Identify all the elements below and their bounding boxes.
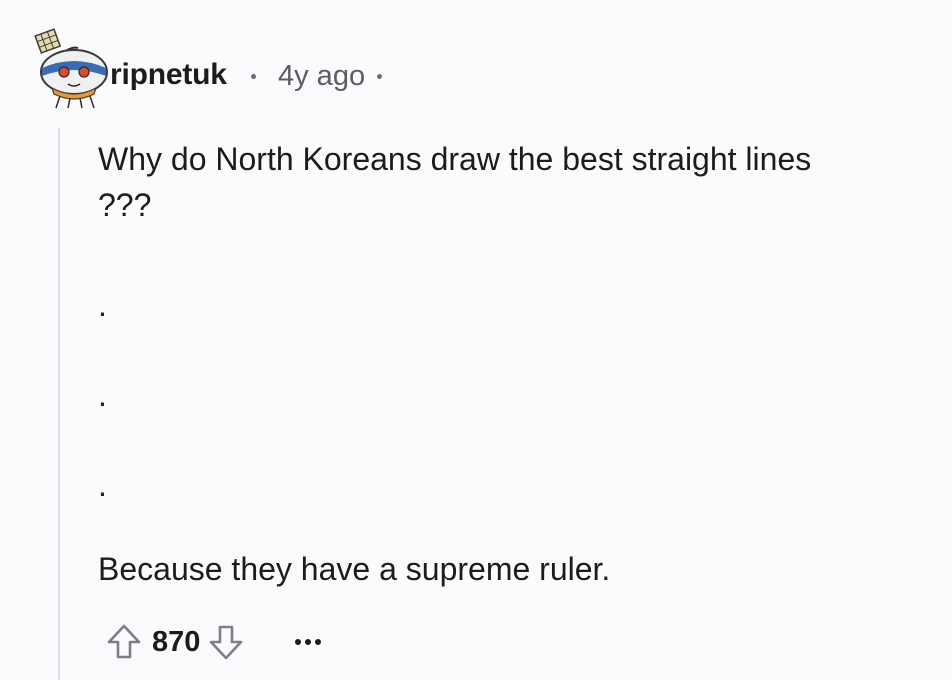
upvote-arrow-icon bbox=[107, 624, 141, 659]
downvote-arrow-icon bbox=[210, 625, 243, 660]
comment-text-line: Because they have a supreme ruler. bbox=[98, 551, 611, 587]
more-options-icon bbox=[295, 639, 322, 645]
separator-dot bbox=[251, 74, 256, 79]
comment-meta: 4y ago bbox=[251, 60, 383, 93]
separator-dot bbox=[377, 74, 383, 79]
downvote-button[interactable] bbox=[206, 620, 246, 664]
comment: ripnetuk 4y ago Why do North Koreans dra… bbox=[0, 0, 952, 680]
avatar[interactable] bbox=[30, 28, 112, 110]
more-options-button[interactable] bbox=[286, 620, 330, 664]
comment-text-line: ??? bbox=[98, 187, 152, 223]
comment-age[interactable]: 4y ago bbox=[278, 60, 365, 93]
snoo-avatar-icon bbox=[34, 28, 108, 109]
thread-line[interactable] bbox=[58, 128, 60, 680]
upvote-button[interactable] bbox=[104, 620, 144, 664]
comment-author[interactable]: ripnetuk bbox=[110, 58, 227, 92]
comment-text-line: . bbox=[98, 467, 107, 503]
vote-score: 870 bbox=[152, 625, 201, 658]
comment-text-line: . bbox=[98, 287, 107, 323]
comment-actions: 870 bbox=[104, 620, 330, 664]
comment-text-line: Why do North Koreans draw the best strai… bbox=[98, 141, 812, 177]
comment-text-line: . bbox=[98, 377, 107, 413]
